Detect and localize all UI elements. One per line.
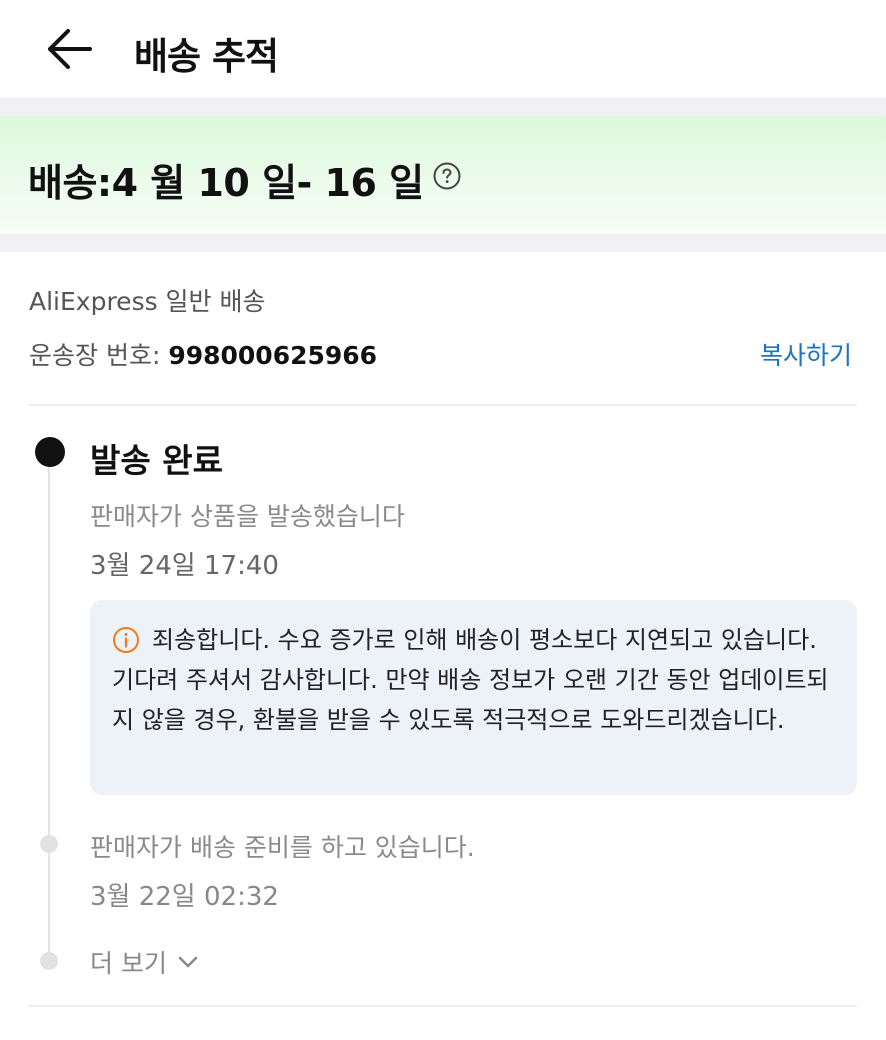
tracking-row: 운송장 번호: 998000625966: [29, 336, 377, 372]
show-more-label: 더 보기: [90, 949, 167, 978]
notice-text: 죄송합니다. 수요 증가로 인해 배송이 평소보다 지연되고 있습니다. 기다려…: [112, 626, 829, 734]
eta-banner: 배송:4 월 10 일- 16 일: [0, 116, 886, 234]
delay-notice: 죄송합니다. 수요 증가로 인해 배송이 평소보다 지연되고 있습니다. 기다려…: [90, 600, 857, 795]
tracking-number: 998000625966: [168, 341, 378, 370]
event-title: 발송 완료: [90, 441, 223, 480]
chevron-down-icon: [178, 956, 198, 968]
timeline-dot: [40, 952, 58, 970]
event-description: 판매자가 배송 준비를 하고 있습니다.: [90, 833, 475, 862]
divider: [29, 1005, 857, 1007]
show-more-button[interactable]: 더 보기: [90, 944, 199, 980]
back-button[interactable]: [40, 22, 98, 76]
eta-text: 배송:4 월 10 일- 16 일: [28, 161, 424, 205]
tracking-label: 운송장 번호:: [29, 341, 169, 370]
section-separator: [0, 98, 886, 116]
divider: [29, 404, 857, 406]
arrow-left-icon: [48, 29, 92, 69]
event-time: 3월 22일 02:32: [90, 882, 279, 912]
carrier-name: AliExpress 일반 배송: [29, 287, 266, 316]
timeline-dot-active: [35, 437, 65, 467]
top-bar: 배송 추적: [0, 0, 886, 98]
question-circle-icon[interactable]: [432, 161, 462, 191]
section-separator: [0, 234, 886, 252]
copy-button[interactable]: 복사하기: [760, 336, 852, 372]
timeline-line: [48, 455, 50, 963]
event-time: 3월 24일 17:40: [90, 551, 279, 581]
page-title: 배송 추적: [134, 35, 279, 78]
event-description: 판매자가 상품을 발송했습니다: [90, 502, 405, 531]
timeline-dot: [40, 835, 58, 853]
